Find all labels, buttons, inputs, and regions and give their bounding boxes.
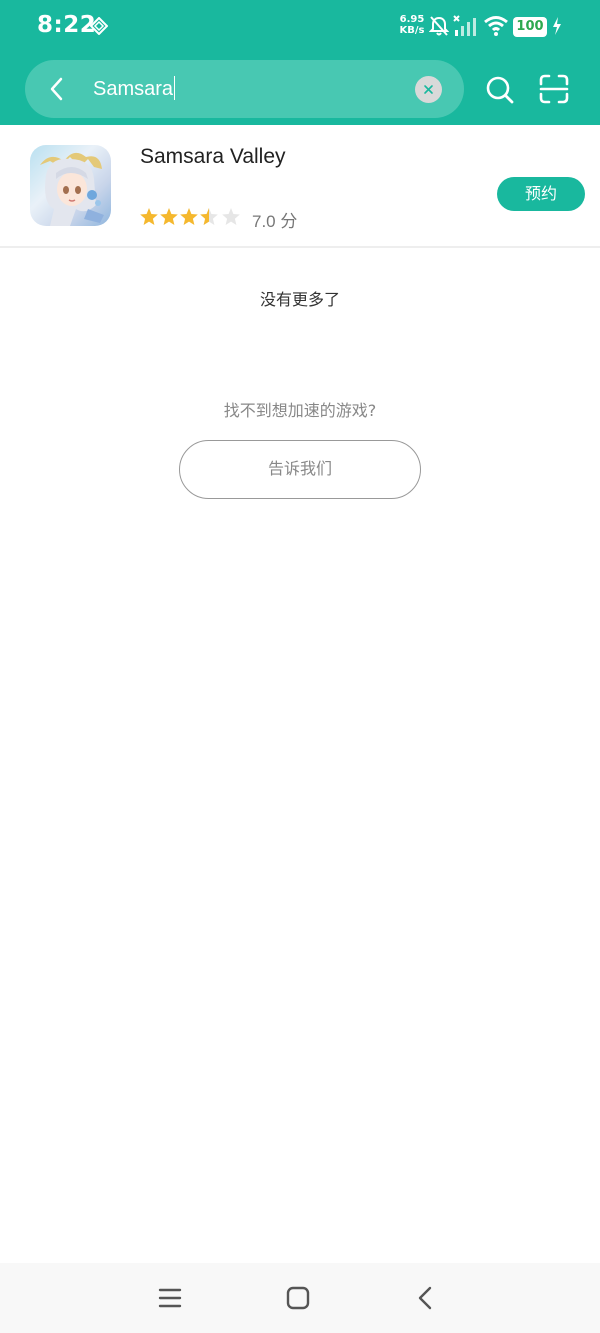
search-bar[interactable]: Samsara xyxy=(25,60,464,118)
system-nav-bar xyxy=(0,1263,600,1333)
search-query: Samsara xyxy=(93,78,174,100)
menu-icon[interactable] xyxy=(155,1283,185,1313)
scan-icon[interactable] xyxy=(539,74,569,104)
net-speed: 6.95 KB/s xyxy=(398,14,426,36)
wifi-icon xyxy=(484,16,508,36)
star-2 xyxy=(160,208,178,225)
game-result-row[interactable]: Samsara Valley 7.0 分 预约 xyxy=(0,125,600,248)
net-speed-unit: KB/s xyxy=(399,25,425,36)
list-end-text: 没有更多了 xyxy=(259,290,340,309)
reserve-button[interactable]: 预约 xyxy=(497,177,585,211)
search-input[interactable]: Samsara xyxy=(93,76,176,101)
status-bar: 8:22 6.95 KB/s 100 xyxy=(0,0,600,56)
signal-icon xyxy=(453,15,476,36)
back-arrow-icon[interactable] xyxy=(45,76,71,102)
rating-stars xyxy=(140,208,240,225)
home-icon[interactable] xyxy=(283,1283,313,1313)
clear-icon[interactable] xyxy=(415,76,442,103)
game-name[interactable]: Samsara Valley xyxy=(140,145,286,169)
back-icon[interactable] xyxy=(411,1283,441,1313)
star-1 xyxy=(140,208,158,225)
game-icon[interactable] xyxy=(30,145,111,226)
text-cursor xyxy=(174,76,176,100)
mute-icon xyxy=(429,16,449,36)
rating-score: 7.0 分 xyxy=(252,212,298,231)
net-speed-value: 6.95 xyxy=(399,14,425,25)
search-icon[interactable] xyxy=(485,75,515,105)
battery-icon: 100 xyxy=(513,17,547,37)
not-found-prompt: 找不到想加速的游戏? xyxy=(223,401,377,420)
charging-icon xyxy=(553,17,561,35)
tell-us-button[interactable]: 告诉我们 xyxy=(179,440,421,499)
star-3 xyxy=(180,208,198,225)
status-time: 8:22 xyxy=(37,12,97,38)
top-header: 8:22 6.95 KB/s 100 Samsara xyxy=(0,0,600,125)
star-5 xyxy=(222,208,240,225)
location-diamond-icon xyxy=(90,17,108,35)
star-4 xyxy=(200,208,218,225)
